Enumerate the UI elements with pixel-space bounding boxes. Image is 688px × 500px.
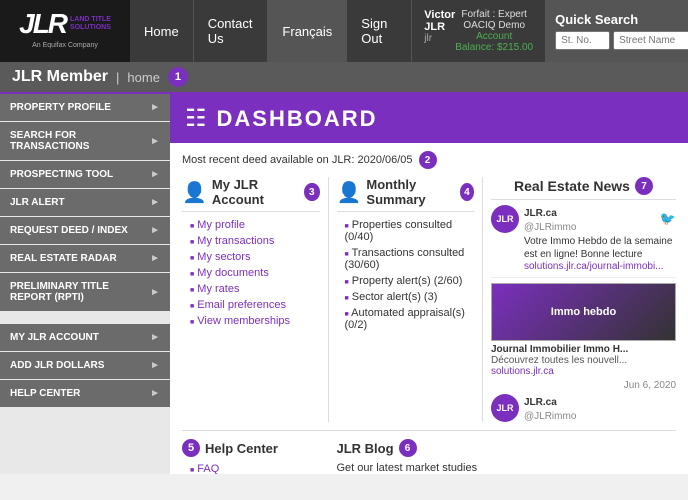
tweet2-name: JLR.ca bbox=[524, 397, 557, 408]
sidebar-item-real-estate-radar[interactable]: REAL ESTATE RADAR► bbox=[0, 245, 170, 272]
account-link[interactable]: ■ My documents bbox=[190, 265, 320, 281]
quick-search-title: Quick Search bbox=[555, 12, 688, 27]
tweet2-handle: @JLRimmo bbox=[524, 411, 576, 422]
sidebar-item-help-center-nav[interactable]: HELP CENTER► bbox=[0, 380, 170, 407]
member-badge-1: 1 bbox=[168, 67, 188, 87]
tweet1-link[interactable]: solutions.jlr.ca/journal-immobi... bbox=[524, 261, 676, 272]
account-link[interactable]: ■ Email preferences bbox=[190, 297, 320, 313]
article-sub: Découvrez toutes les nouvell... bbox=[491, 355, 676, 366]
sidebar-item-preliminary-title[interactable]: PRELIMINARY TITLE REPORT (RPTI)► bbox=[0, 273, 170, 311]
nav-home[interactable]: Home bbox=[130, 0, 194, 62]
account-link[interactable]: ■ My transactions bbox=[190, 233, 320, 249]
tweet1-handle: @JLRimmo bbox=[524, 222, 576, 233]
monthly-summary-title: Monthly Summary bbox=[366, 177, 454, 207]
blog-badge-6: 6 bbox=[399, 439, 417, 457]
real-estate-news-title: Real Estate News bbox=[514, 178, 630, 194]
user-sub: jlr bbox=[424, 33, 455, 44]
summary-item: ■ Sector alert(s) (3) bbox=[345, 289, 475, 305]
logo-jlr: JLR bbox=[19, 8, 66, 40]
tweet1-name: JLR.ca bbox=[524, 208, 557, 219]
account-icon: 👤 bbox=[182, 180, 207, 205]
help-link[interactable]: ■ FAQ bbox=[190, 461, 329, 474]
dashboard-icon: ☷ bbox=[185, 104, 207, 133]
sidebar-item-add-jlr-dollars[interactable]: ADD JLR DOLLARS► bbox=[0, 352, 170, 379]
member-separator: | bbox=[116, 70, 119, 85]
st-number-input[interactable] bbox=[555, 31, 610, 50]
badge-4: 4 bbox=[460, 183, 474, 201]
badge-7: 7 bbox=[635, 177, 653, 195]
member-label: JLR Member bbox=[12, 68, 108, 86]
jlr-blog-title: JLR Blog bbox=[337, 441, 394, 456]
forfait-label: Forfait : Expert OACIQ Demo bbox=[455, 9, 533, 31]
tweet1-avatar: JLR bbox=[491, 205, 519, 233]
member-home-link[interactable]: home bbox=[127, 70, 160, 85]
sidebar-item-my-jlr-account[interactable]: MY JLR ACCOUNT► bbox=[0, 324, 170, 351]
tweet1-text: Votre Immo Hebdo de la semaine est en li… bbox=[524, 235, 676, 261]
summary-item: ■ Automated appraisal(s) (0/2) bbox=[345, 305, 475, 333]
sidebar-item-property-profile[interactable]: PROPERTY PROFILE► bbox=[0, 94, 170, 121]
dashboard-title: DASHBOARD bbox=[217, 106, 378, 132]
article-title[interactable]: Journal Immobilier Immo H... bbox=[491, 344, 676, 355]
tweet1-bird-icon: 🐦 bbox=[660, 211, 676, 227]
article-source[interactable]: solutions.jlr.ca bbox=[491, 366, 676, 377]
user-name: Victor JLR bbox=[424, 9, 455, 33]
equifax-label: An Equifax Company bbox=[32, 42, 98, 49]
sidebar-item-prospecting-tool[interactable]: PROSPECTING TOOL► bbox=[0, 161, 170, 188]
recent-deed-text: Most recent deed available on JLR: 2020/… bbox=[182, 154, 413, 166]
sidebar-item-request-deed[interactable]: REQUEST DEED / INDEX► bbox=[0, 217, 170, 244]
sidebar-item-search-transactions[interactable]: SEARCH FOR TRANSACTIONS► bbox=[0, 122, 170, 160]
sidebar-item-jlr-alert[interactable]: JLR ALERT► bbox=[0, 189, 170, 216]
badge-2: 2 bbox=[419, 151, 437, 169]
summary-item: ■ Transactions consulted (30/60) bbox=[345, 245, 475, 273]
immo-image: Immo hebdo bbox=[491, 283, 676, 341]
blog-text: Get our latest market studies and much m… bbox=[337, 461, 484, 474]
summary-item: ■ Property alert(s) (2/60) bbox=[345, 273, 475, 289]
street-name-input[interactable] bbox=[613, 31, 688, 50]
logo-subtitle: LAND TITLESOLUTIONS bbox=[70, 16, 111, 31]
account-link[interactable]: ■ My sectors bbox=[190, 249, 320, 265]
news-date: Jun 6, 2020 bbox=[491, 380, 676, 391]
summary-icon: 👤 bbox=[337, 180, 362, 205]
help-center-title: Help Center bbox=[205, 441, 278, 456]
badge-3: 3 bbox=[304, 183, 319, 201]
my-account-title: My JLR Account bbox=[212, 177, 299, 207]
nav-francais[interactable]: Français bbox=[268, 0, 347, 62]
account-link[interactable]: ■ View memberships bbox=[190, 313, 320, 329]
account-link[interactable]: ■ My profile bbox=[190, 217, 320, 233]
account-balance: Account Balance: $215.00 bbox=[455, 31, 533, 53]
tweet2-avatar: JLR bbox=[491, 394, 519, 422]
help-badge-5: 5 bbox=[182, 439, 200, 457]
nav-sign-out[interactable]: Sign Out bbox=[347, 0, 412, 62]
summary-item: ■ Properties consulted (0/40) bbox=[345, 217, 475, 245]
account-link[interactable]: ■ My rates bbox=[190, 281, 320, 297]
nav-contact-us[interactable]: Contact Us bbox=[194, 0, 269, 62]
